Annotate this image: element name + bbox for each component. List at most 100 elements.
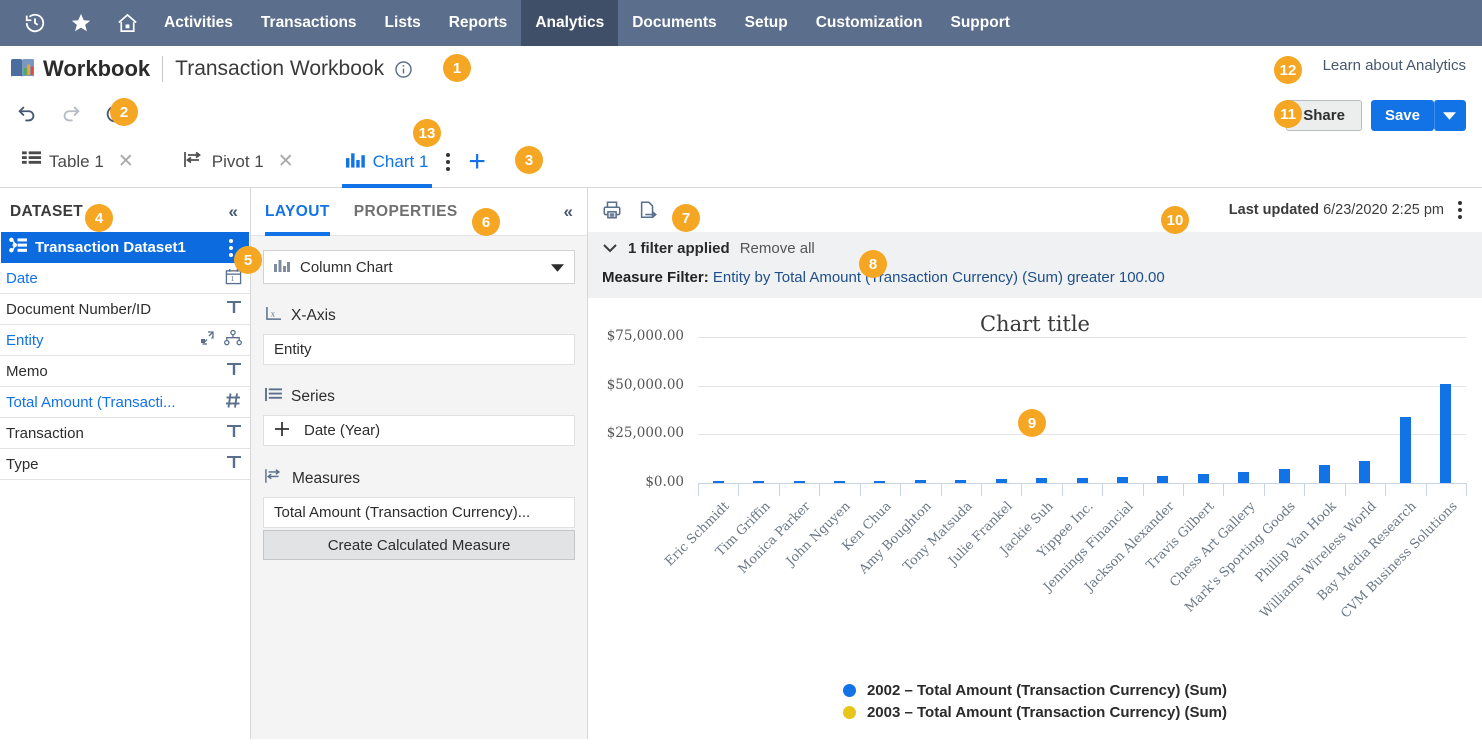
chart-bar[interactable]: [1319, 465, 1331, 483]
star-icon[interactable]: [58, 0, 104, 46]
dataset-field-row[interactable]: Date 1: [0, 263, 250, 294]
series-field-value: Date (Year): [304, 422, 381, 439]
chart-axis-line: [698, 483, 1466, 484]
nav-item-analytics[interactable]: Analytics: [521, 0, 619, 46]
remove-all-filters-link[interactable]: Remove all: [740, 240, 815, 257]
chart-title: Chart title: [979, 312, 1090, 336]
measures-icon: [265, 468, 283, 489]
chart-bar[interactable]: [1359, 460, 1371, 483]
dataset-field-row[interactable]: Transaction: [0, 418, 250, 449]
x-axis-tick: [1102, 483, 1104, 496]
chart-tab-menu-icon[interactable]: [438, 152, 458, 171]
legend-label: 2002 – Total Amount (Transaction Currenc…: [866, 682, 1228, 699]
tab-pivot-1[interactable]: Pivot 1 ✕: [174, 136, 304, 188]
main-content: DATASET « Transaction Dataset1 Date 1 Docu…: [0, 188, 1482, 739]
table-icon: [22, 151, 41, 172]
nav-item-activities[interactable]: Activities: [150, 0, 247, 46]
nav-item-setup[interactable]: Setup: [731, 0, 802, 46]
callout-badge-1: 1: [443, 54, 471, 82]
dataset-field-row[interactable]: Entity: [0, 325, 250, 356]
measures-field[interactable]: Total Amount (Transaction Currency)...: [263, 497, 575, 528]
chart-bar[interactable]: [833, 481, 845, 483]
dataset-field-row[interactable]: Total Amount (Transacti...: [0, 387, 250, 418]
legend-item[interactable]: 2002 – Total Amount (Transaction Currenc…: [842, 682, 1228, 699]
x-axis-field[interactable]: Entity: [263, 334, 575, 365]
tab-layout[interactable]: LAYOUT: [265, 188, 330, 236]
filter-value[interactable]: Entity by Total Amount (Transaction Curr…: [713, 269, 1165, 286]
close-icon[interactable]: ✕: [118, 150, 134, 173]
series-field[interactable]: Date (Year): [263, 415, 575, 446]
chart-bar[interactable]: [1197, 474, 1209, 483]
dataset-panel-title: DATASET: [10, 203, 83, 220]
series-icon: [265, 387, 282, 407]
chart-bar[interactable]: [1238, 472, 1250, 483]
workbook-tabs: Table 1 ✕ Pivot 1 ✕ Chart 1 +: [0, 136, 1482, 188]
chevron-down-icon[interactable]: [602, 241, 618, 256]
tab-table-1[interactable]: Table 1 ✕: [12, 136, 144, 188]
chart-bar[interactable]: [1116, 476, 1128, 483]
chart-bar[interactable]: [753, 481, 765, 483]
dataset-panel: DATASET « Transaction Dataset1 Date 1 Docu…: [0, 188, 251, 739]
chart-bar[interactable]: [712, 481, 724, 483]
collapse-layout-panel-icon[interactable]: «: [564, 202, 573, 222]
dataset-field-row[interactable]: Memo: [0, 356, 250, 387]
dataset-panel-header: DATASET «: [0, 188, 250, 232]
print-icon[interactable]: [602, 200, 622, 220]
x-axis-tick: [1061, 483, 1063, 496]
redo-icon[interactable]: [60, 103, 82, 125]
chart-bar[interactable]: [955, 480, 967, 483]
chart-bar[interactable]: [793, 481, 805, 483]
chart-bar[interactable]: [1278, 469, 1290, 483]
dataset-icon: [9, 237, 28, 258]
export-icon[interactable]: [638, 200, 658, 220]
add-tab-button[interactable]: +: [458, 146, 496, 177]
legend-item[interactable]: 2003 – Total Amount (Transaction Currenc…: [842, 704, 1227, 721]
tab-properties[interactable]: PROPERTIES: [354, 188, 458, 236]
x-axis-tick: [1142, 483, 1144, 496]
chart-bar[interactable]: [1076, 477, 1088, 483]
nav-item-reports[interactable]: Reports: [435, 0, 522, 46]
text-icon: [226, 299, 242, 319]
callout-badge-12: 12: [1274, 56, 1302, 84]
nav-item-customization[interactable]: Customization: [802, 0, 937, 46]
x-axis-tick: [980, 483, 982, 496]
chevron-down-icon: [1443, 108, 1456, 123]
home-icon[interactable]: [104, 0, 150, 46]
create-calculated-measure-button[interactable]: Create Calculated Measure: [263, 530, 575, 560]
column-chart-icon: [274, 258, 290, 276]
dataset-field-row[interactable]: Document Number/ID: [0, 294, 250, 325]
filter-detail-row: Measure Filter: Entity by Total Amount (…: [602, 269, 1468, 286]
chart-bar[interactable]: [995, 479, 1007, 483]
chart-type-select[interactable]: Column Chart: [263, 250, 575, 284]
y-axis-tick-label: $75,000.00: [606, 327, 684, 344]
dataset-field-label: Entity: [6, 331, 44, 349]
chart-bar[interactable]: [1399, 416, 1411, 483]
chart-bar[interactable]: [1440, 383, 1452, 483]
chart-bar[interactable]: [1036, 478, 1048, 483]
dataset-selector[interactable]: Transaction Dataset1: [1, 232, 249, 263]
dataset-field-row[interactable]: Type: [0, 449, 250, 480]
save-dropdown-button[interactable]: [1434, 100, 1466, 131]
chart-bar[interactable]: [1157, 475, 1169, 483]
learn-about-analytics-link[interactable]: Learn about Analytics: [1323, 57, 1466, 74]
history-icon[interactable]: [12, 0, 58, 46]
callout-badge-5: 5: [234, 246, 262, 274]
nav-item-transactions[interactable]: Transactions: [247, 0, 371, 46]
save-button[interactable]: Save: [1370, 100, 1434, 131]
nav-item-support[interactable]: Support: [936, 0, 1023, 46]
nav-item-lists[interactable]: Lists: [371, 0, 435, 46]
info-icon[interactable]: [394, 60, 413, 79]
legend-color-swatch: [842, 706, 856, 719]
plus-icon[interactable]: [274, 421, 290, 441]
svg-text:1: 1: [231, 275, 235, 283]
close-icon[interactable]: ✕: [278, 150, 294, 173]
chart-bar[interactable]: [914, 480, 926, 483]
callout-badge-9: 9: [1018, 409, 1046, 437]
chart-bar[interactable]: [874, 481, 886, 483]
collapse-dataset-panel-icon[interactable]: «: [229, 202, 238, 222]
expand-icon[interactable]: [200, 331, 215, 349]
nav-item-documents[interactable]: Documents: [618, 0, 730, 46]
chart-options-menu-icon[interactable]: [1450, 201, 1470, 219]
workbook-logo-icon: [10, 57, 36, 81]
undo-icon[interactable]: [16, 103, 38, 125]
